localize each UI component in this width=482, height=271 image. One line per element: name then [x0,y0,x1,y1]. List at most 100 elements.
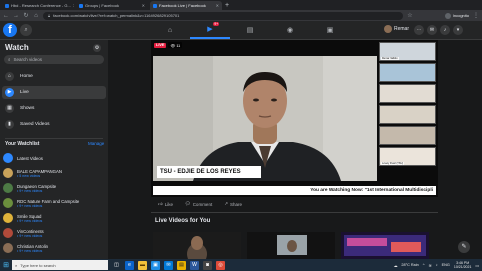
participant-label: Lovely Pearl (TSU) [381,162,405,165]
incognito-indicator[interactable]: Incognito [444,12,469,19]
new-message-button[interactable]: ✎ [458,241,470,253]
home-icon: ⌂ [167,26,173,34]
sidebar-item-live[interactable]: ▶ Live [2,86,106,99]
nav-watch[interactable]: ▶ 9+ [190,21,230,39]
viewer-count-value: 11 [176,43,181,48]
section-title: Live Videos for You [155,218,211,224]
address-bar[interactable]: 🔒︎ facebook.com/watch/live/?ref=watch_pe… [43,11,403,20]
watchlist-item[interactable]: Christian Antolin • 9+ new videos [3,241,107,255]
participant-thumbnail [379,105,436,124]
video-thumbnail [247,232,335,259]
manage-watchlist-link[interactable]: Manage [88,141,104,146]
avatar [3,243,13,253]
task-view-icon[interactable]: ◫ [112,261,121,270]
windows-start-icon[interactable]: ⊞ [0,259,12,271]
search-placeholder: Search videos [13,57,43,62]
like-button[interactable]: 👍︎ Like [158,201,173,207]
browser-tab-facebook-live[interactable]: Facebook Live | Facebook ✕ [150,1,222,10]
live-video-card[interactable] [153,232,241,259]
search-videos-input[interactable]: ⌕ Search videos [4,55,104,64]
clock[interactable]: 3:46 PM 10/21/2021 [454,261,472,269]
close-icon[interactable]: ✕ [216,3,219,8]
menu-grid-icon[interactable]: ⋯ [414,25,424,35]
video-thumbnail [341,232,429,259]
account-dropdown-icon[interactable]: ▾ [453,25,463,35]
comment-button[interactable]: 💬︎ Comment [185,201,212,207]
gaming-icon: ▣ [326,27,334,34]
word-icon[interactable]: W [190,260,199,270]
watchlist-item[interactable]: RDC Nature Farm and Campsite • 9+ new vi… [3,196,107,210]
back-icon[interactable]: ← [3,13,9,19]
watchlist-sub: • 9+ new videos [17,248,43,253]
system-tray: ☁ 28°C Rain ^ ≋ ♪ ENG 3:46 PM 10/21/2021… [394,261,482,269]
sticky-notes-icon[interactable]: ▤ [177,260,186,270]
reload-icon[interactable]: ↻ [23,12,29,19]
messenger-icon[interactable]: ✉ [427,25,437,35]
edge-icon[interactable]: e [125,260,134,270]
browser-tab-research[interactable]: Hbd - Research Conference - G... ✕ [2,1,74,10]
watchlist-item[interactable]: BALE CAPAMPANGAN • 5 new videos [3,166,107,180]
watchlist-item[interactable]: Latest Videos [3,151,107,165]
sidebar-item-saved-videos[interactable]: ▮ Saved Videos [2,118,106,131]
facebook-nav-tabs: ⌂ ▶ 9+ ▤ ◉ ▣ [150,21,350,39]
tab-favicon-icon [79,3,83,8]
notifications-icon[interactable]: ♪ [440,25,450,35]
ticker-banner: You are Watching Now: "1st International… [153,186,436,195]
mail-icon[interactable]: ✉ [164,260,173,270]
new-tab-button[interactable]: + [225,1,229,10]
watchlist-item[interactable]: Dungaeon Campsite • 9+ new videos [3,181,107,195]
chrome-icon[interactable]: ◎ [216,260,225,270]
nav-gaming[interactable]: ▣ [310,21,350,39]
avatar [3,198,13,208]
nav-groups[interactable]: ◉ [270,21,310,39]
menu-kebab-icon[interactable]: ⋮ [473,12,479,19]
notification-center-icon[interactable]: ▭ [475,263,479,268]
store-icon[interactable]: ▣ [151,260,160,270]
browser-tab-groups[interactable]: Groups | Facebook ✕ [76,1,148,10]
live-video-card[interactable] [247,232,335,259]
lock-icon: 🔒︎ [48,13,51,18]
nav-marketplace[interactable]: ▤ [230,21,270,39]
search-icon[interactable]: ⌕ [20,24,32,36]
close-icon[interactable]: ✕ [142,3,145,8]
app-icon[interactable]: ◙ [203,260,212,270]
weather-icon: ☁ [393,263,398,268]
participant-thumbnail: Lovely Pearl (TSU) [379,147,436,166]
language-indicator[interactable]: ENG [442,263,450,267]
sidebar-item-label: Saved Videos [20,122,50,127]
sidebar-item-label: Live [20,90,29,95]
share-button[interactable]: ↗ Share [224,201,242,207]
participant-thumbnail: Remar Vallido [379,42,436,61]
taskbar-search-input[interactable]: ⌕ Type here to search [12,260,108,270]
close-icon[interactable]: ✕ [73,3,74,8]
profile-chip[interactable]: Remar [384,25,409,33]
watchlist-sub: • 9+ new videos [17,218,43,223]
like-label: Like [164,201,173,207]
forward-icon[interactable]: → [13,13,19,19]
watchlist-sub: • 9+ new videos [17,203,43,208]
watch-icon: ▶ [207,26,213,33]
home-icon[interactable]: ⌂ [33,13,39,19]
weather-text[interactable]: 28°C Rain [401,263,418,267]
share-label: Share [229,201,242,207]
volume-icon[interactable]: ♪ [436,263,438,267]
nav-home[interactable]: ⌂ [150,21,190,39]
viewer-count: 👁︎ 11 [168,42,183,48]
file-explorer-icon[interactable]: ▬ [138,260,147,270]
search-icon: ⌕ [15,262,18,268]
compose-icon: ✎ [461,244,467,250]
star-icon[interactable]: ☆ [407,12,413,19]
divider [151,212,438,213]
sidebar-item-home[interactable]: ⌂ Home [2,70,106,83]
watchlist-item[interactable]: VinContinents • 9+ new videos [3,226,107,240]
video-player[interactable]: LIVE 👁︎ 11 TSU - EDJIE DE LOS REYES Rema… [151,40,438,197]
gear-icon[interactable]: ⚙ [93,44,101,52]
wifi-icon[interactable]: ≋ [429,263,432,268]
live-video-card[interactable] [341,232,429,259]
sidebar-item-label: Shows [20,106,35,111]
facebook-logo[interactable]: f [3,23,17,37]
watchlist-item[interactable]: Smile Squad • 9+ new videos [3,211,107,225]
taskbar-search-placeholder: Type here to search [20,262,56,268]
sidebar-item-shows[interactable]: ▦ Shows [2,102,106,115]
tray-chevron-icon[interactable]: ^ [423,263,425,267]
